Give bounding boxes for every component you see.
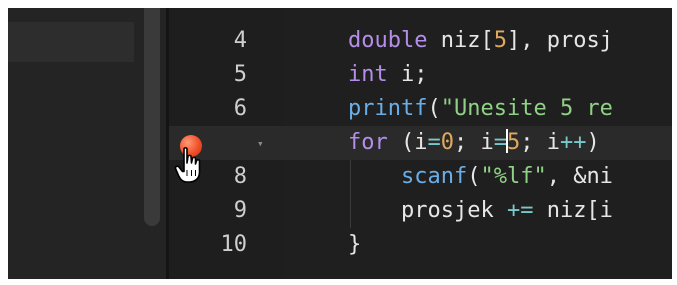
code-token: ; i <box>520 130 560 155</box>
code-token: = <box>427 130 441 155</box>
line-number[interactable]: 4 <box>169 24 247 58</box>
code-token: int <box>348 62 388 87</box>
code-token: scanf <box>400 164 468 189</box>
code-line[interactable]: printf("Unesite 5 re <box>348 92 613 126</box>
line-number[interactable]: 6 <box>169 92 247 126</box>
code-token: "Unesite 5 re <box>440 96 613 121</box>
code-token: 5 <box>493 28 507 53</box>
hand-pointer-cursor-icon <box>174 147 201 183</box>
code-line[interactable]: int i; <box>348 58 428 92</box>
code-token: += <box>506 198 534 223</box>
code-token: (i <box>387 130 428 155</box>
code-token: i; <box>387 62 428 87</box>
side-panel-scrollbar[interactable] <box>144 8 160 226</box>
code-token: double <box>348 28 428 53</box>
code-token: prosjek <box>348 198 507 223</box>
code-token: niz[ <box>427 28 494 53</box>
side-panel-selected-row[interactable] <box>8 22 134 62</box>
fold-arrow-icon[interactable]: ▾ <box>257 136 264 152</box>
code-token: , &ni <box>546 164 613 189</box>
code-token: ) <box>586 130 600 155</box>
code-token: for <box>348 130 388 155</box>
code-token: ++ <box>560 130 587 155</box>
code-token: = <box>493 130 507 155</box>
line-number[interactable]: 5 <box>169 58 247 92</box>
ide-window: 45678910 ▾ double niz[5], prosjint i;pri… <box>8 8 672 279</box>
line-number[interactable]: 10 <box>169 228 248 262</box>
code-token: ( <box>467 164 481 189</box>
code-editor[interactable]: double niz[5], prosj int i; printf("Unesit… <box>284 8 672 279</box>
side-panel <box>8 8 166 279</box>
code-token: ], prosj <box>506 28 613 53</box>
code-line[interactable]: double niz[5], prosj <box>348 24 613 58</box>
code-token: ( <box>427 96 441 121</box>
line-number[interactable]: 9 <box>169 194 247 228</box>
code-token: printf <box>348 96 428 121</box>
code-token: ; i <box>454 130 494 155</box>
code-token: 0 <box>440 130 454 155</box>
code-line[interactable]: } <box>348 228 361 262</box>
code-line[interactable]: scanf("%lf", &ni <box>348 160 613 194</box>
code-token: } <box>348 232 362 257</box>
code-line[interactable]: prosjek += niz[i <box>348 194 613 228</box>
code-line[interactable]: for (i=0; i=5; i++) <box>348 126 600 160</box>
code-token: 5 <box>507 130 521 155</box>
code-token: "%lf" <box>480 164 547 189</box>
code-token: niz[i <box>533 198 613 223</box>
